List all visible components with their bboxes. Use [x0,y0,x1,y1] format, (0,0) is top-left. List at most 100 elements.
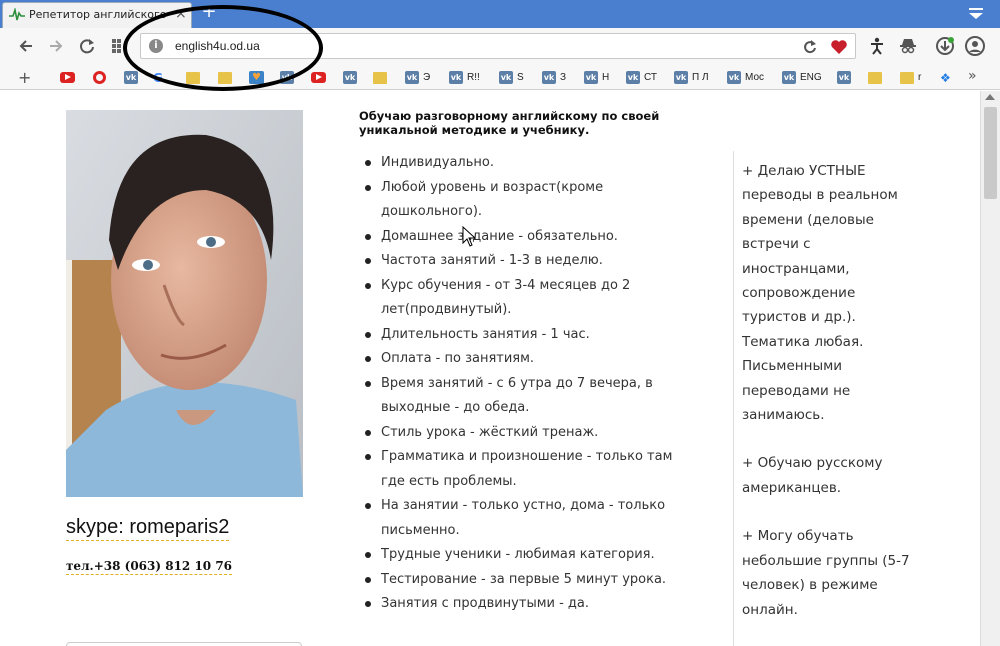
vertical-scrollbar[interactable] [980,91,1000,646]
feature-item: Домашнее задание - обязательно. [363,225,693,250]
folder-icon [373,71,387,84]
feature-item: Занятия с продвинутыми - да. [363,592,693,617]
scroll-up-arrow-icon[interactable] [985,94,995,100]
reload-page-icon[interactable] [801,38,819,56]
vk-icon: vk [124,71,138,84]
vk-icon: vk [674,71,688,84]
url-input[interactable] [175,37,775,55]
feature-item: Оплата - по занятиям. [363,347,693,372]
bookmark-youtube-2[interactable] [311,69,326,86]
bookmark-vk-e[interactable]: vk Э [405,69,430,86]
new-tab-button[interactable]: + [200,3,218,22]
bookmark-folder-1[interactable] [186,69,200,86]
tab-strip: Репетитор английского в О × + [0,0,1000,28]
vk-icon: vk [837,71,851,84]
pulse-favicon-icon [9,8,25,21]
tutor-photo [66,110,303,497]
forward-arrow-icon[interactable] [44,35,66,57]
bookmark-google[interactable]: G [153,69,163,86]
service-russian: + Обучаю русскому американцев. [742,455,883,496]
feature-item: Время занятий - с 6 утра до 7 вечера, в … [363,372,693,421]
folder-icon [186,71,200,84]
folder-icon [868,71,882,84]
bookmark-vk-s[interactable]: vk S [499,69,524,86]
bookmark-youtube[interactable] [60,69,75,86]
tab-menu-icon[interactable] [966,4,986,22]
google-icon: G [153,70,163,85]
folder-icon [900,71,914,84]
services-column: + Делаю УСТНЫЕ переводы в реальном време… [742,159,922,646]
accessibility-icon[interactable] [866,35,888,57]
bookmark-heart[interactable]: ♥ [249,69,264,86]
navigation-bar: i [0,28,1000,64]
phone-number[interactable]: тел.+38 (063) 812 10 76 [66,559,233,575]
bookmark-vk-z[interactable]: vk З [542,69,566,86]
bookmark-vk-n[interactable]: vk Н [584,69,609,86]
reload-icon[interactable] [76,35,98,57]
page-content: skype: romeparis2 тел.+38 (063) 812 10 7… [0,91,980,646]
feature-item: Любой уровень и возраст(кроме дошкольног… [363,176,693,225]
scroll-thumb[interactable] [984,107,997,199]
feature-item: Частота занятий - 1-3 в неделю. [363,249,693,274]
service-translation: + Делаю УСТНЫЕ переводы в реальном време… [742,163,898,424]
vk-icon: vk [343,71,357,84]
vk-icon: vk [782,71,796,84]
bookmark-vk-eng[interactable]: vk ENG [782,69,822,86]
bookmark-folder-4[interactable] [868,69,882,86]
tab-close-icon[interactable]: × [175,6,187,22]
vk-icon: vk [626,71,640,84]
bookmark-vk-2[interactable]: vk [280,69,294,86]
more-bookmarks-icon[interactable]: » [968,67,977,84]
bookmark-vk-4[interactable]: vk [837,69,851,86]
feature-item: Тестирование - за первые 5 минут урока. [363,568,693,593]
intro-heading: Обучаю разговорному английскому по своей… [359,109,660,137]
incognito-spy-icon[interactable] [897,35,919,57]
feature-item: Грамматика и произношение - только там г… [363,445,693,494]
bookmarks-bar: + vk G ♥ vk vk vk Э vk R!! vk S vk З vk Н vk С… [0,64,1000,90]
browser-tab[interactable]: Репетитор английского в О × [2,2,192,28]
vk-icon: vk [542,71,556,84]
feature-item: Курс обучения - от 3-4 месяцев до 2 лет(… [363,274,693,323]
feature-item: Трудные ученики - любимая категория. [363,543,693,568]
opera-icon [93,71,106,84]
add-bookmark-icon[interactable]: + [18,68,31,87]
site-info-icon[interactable]: i [149,39,163,53]
download-icon[interactable] [934,35,956,57]
vk-icon: vk [405,71,419,84]
bookmark-folder-3[interactable] [373,69,387,86]
account-icon[interactable] [964,35,986,57]
vk-icon: vk [584,71,598,84]
apps-grid-icon[interactable] [108,35,130,57]
feature-item: Индивидуально. [363,151,693,176]
bookmark-dropbox[interactable]: ❖ [940,69,951,86]
bookmark-vk-1[interactable]: vk [124,69,138,86]
column-divider [733,151,734,646]
vk-icon: vk [280,71,294,84]
feature-item: Длительность занятия - 1 час. [363,323,693,348]
vk-icon: vk [727,71,741,84]
feature-item: На занятии - только устно, дома - только… [363,494,693,543]
tab-title: Репетитор английского в О [29,8,169,21]
dropbox-icon: ❖ [940,70,951,85]
bookmark-opera[interactable] [93,69,106,86]
heart-icon: ♥ [249,71,264,84]
feature-item: Стиль урока - жёсткий тренаж. [363,421,693,446]
bookmark-vk-3[interactable]: vk [343,69,357,86]
skype-contact[interactable]: skype: romeparis2 [66,516,230,541]
youtube-icon [311,72,326,83]
next-section-box [66,642,302,646]
bookmark-vk-pl[interactable]: vk П Л [674,69,709,86]
back-arrow-icon[interactable] [16,35,38,57]
address-bar[interactable]: i [140,33,856,59]
mouse-cursor-icon [462,226,477,247]
bookmark-folder-r[interactable]: r [900,69,921,86]
vk-icon: vk [449,71,463,84]
bookmark-vk-st[interactable]: vk СТ [626,69,657,86]
service-groups: + Могу обучать небольшие группы (5-7 чел… [742,528,910,618]
bookmark-vk-r[interactable]: vk R!! [449,69,480,86]
folder-icon [218,71,232,84]
bookmark-vk-mos[interactable]: vk Мос [727,69,764,86]
bookmark-folder-2[interactable] [218,69,232,86]
vk-icon: vk [499,71,513,84]
favorite-heart-icon[interactable] [829,37,849,57]
